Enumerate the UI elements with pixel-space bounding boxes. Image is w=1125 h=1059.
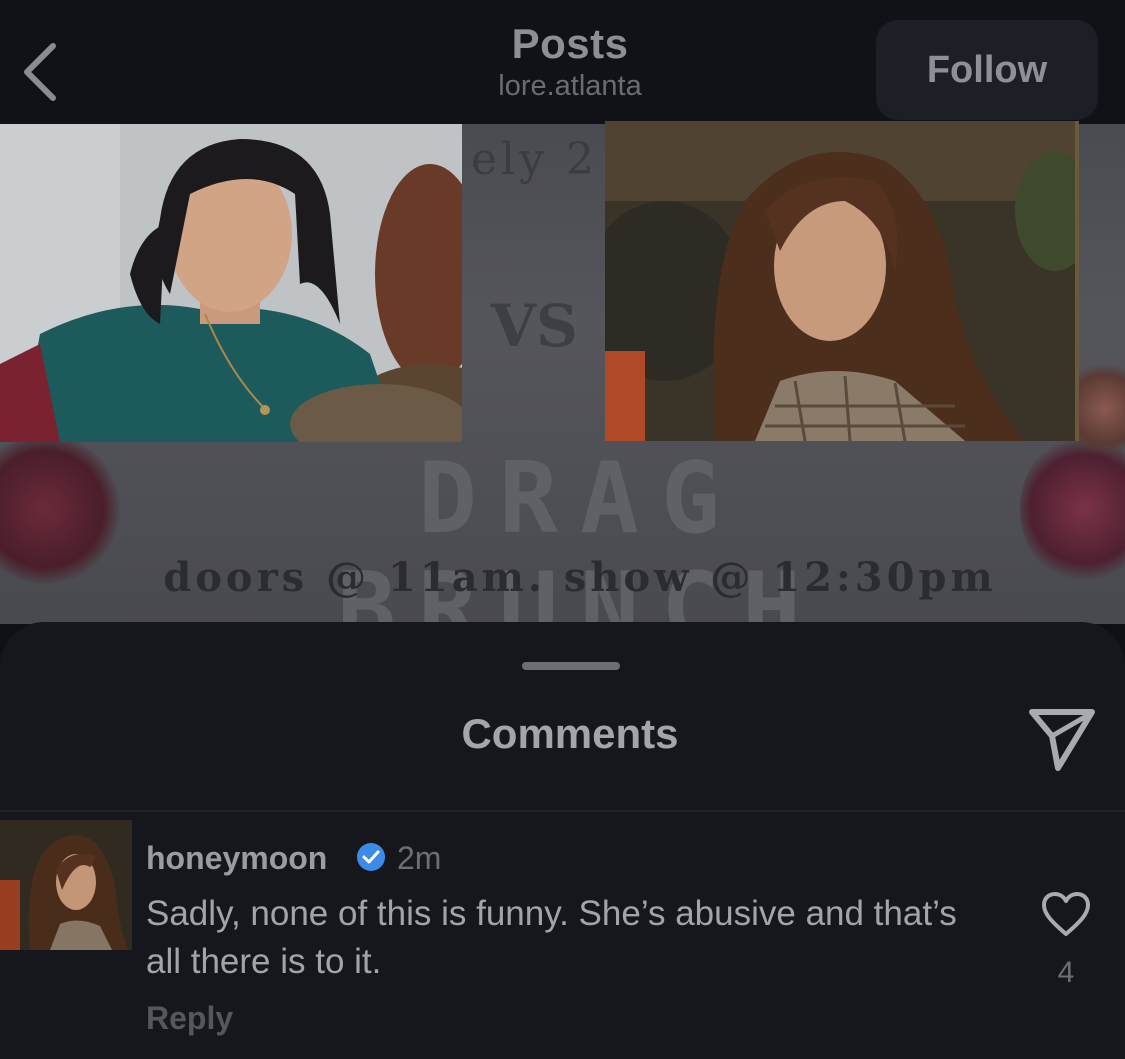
comments-title: Comments [461, 710, 679, 757]
follow-button[interactable]: Follow [876, 20, 1098, 120]
poster-top-text: ely 2 [471, 134, 598, 185]
back-button[interactable] [14, 40, 64, 104]
top-bar: Posts lore.atlanta Follow [0, 0, 1125, 124]
like-button[interactable] [1040, 890, 1092, 938]
avatar-image [0, 820, 132, 950]
reply-button[interactable]: Reply [146, 1000, 233, 1037]
header-title-block: Posts lore.atlanta [370, 18, 770, 102]
photo-left [0, 124, 462, 442]
photo-right [605, 121, 1079, 441]
poster-subtext: doors @ 11am. show @ 12:30pm [163, 554, 997, 601]
comment-username[interactable]: honeymoon [146, 840, 327, 877]
send-icon [1029, 709, 1095, 771]
page-title: Posts [511, 20, 629, 67]
heart-icon [1042, 892, 1090, 936]
flower-decoration [0, 434, 120, 584]
comments-sheet: Comments honeymoon 2m Sadly, none of thi… [0, 622, 1125, 1059]
account-username[interactable]: lore.atlanta [370, 70, 770, 102]
like-count: 4 [1057, 956, 1075, 989]
flower-decoration [1020, 434, 1125, 584]
sheet-grabber[interactable] [522, 662, 620, 670]
comment-item: honeymoon 2m Sadly, none of this is funn… [0, 820, 1125, 1059]
share-button[interactable] [1024, 700, 1100, 776]
poster-vs-text: VS [491, 292, 578, 360]
divider [0, 810, 1125, 812]
photo-woman-plaid-jacket [605, 121, 1079, 441]
chevron-left-icon [24, 43, 56, 101]
comment-text: Sadly, none of this is funny. She’s abus… [146, 894, 957, 981]
verified-badge-icon [357, 843, 385, 871]
photo-girl-teal-jacket [0, 124, 462, 442]
avatar[interactable] [0, 820, 132, 950]
comment-time: 2m [397, 840, 442, 876]
